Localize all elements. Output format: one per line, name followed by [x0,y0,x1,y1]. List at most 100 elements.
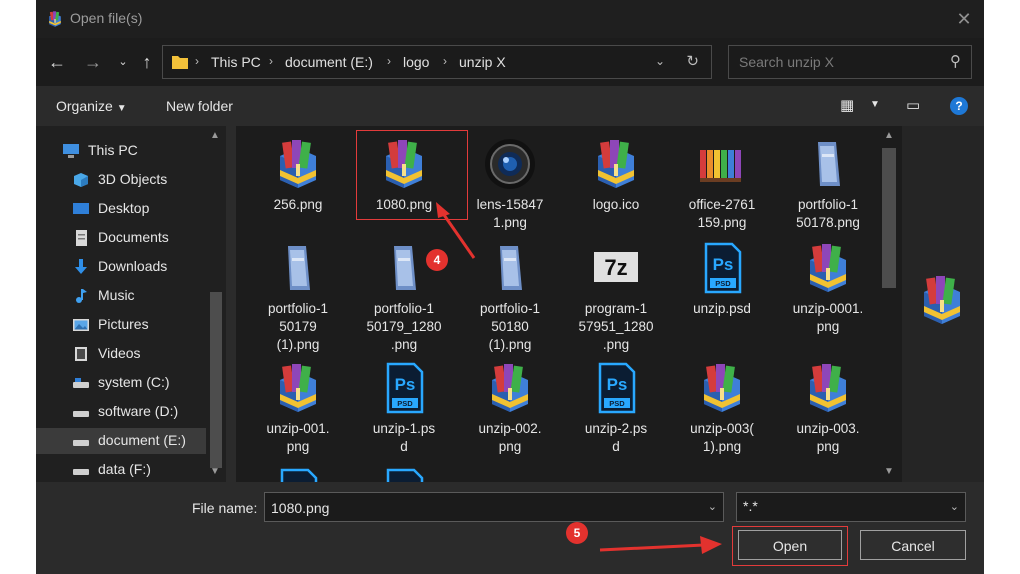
scroll-up-icon[interactable]: ▲ [210,130,220,141]
sidebar-item-pictures[interactable]: Pictures [36,312,208,338]
sidebar-item-downloads[interactable]: Downloads [36,254,208,280]
file-item[interactable]: 256.png [246,128,350,238]
chevron-down-icon[interactable]: ⌄ [708,500,717,513]
file-name: office-2761 159.png [688,197,756,230]
sidebar-item-this-pc[interactable]: This PC [36,138,208,164]
sidebar-item-document-e[interactable]: document (E:) [36,428,208,454]
sidebar-item-label: Music [98,287,135,303]
psd-icon [694,240,750,296]
scroll-up-icon[interactable]: ▲ [884,130,894,141]
open-file-dialog: Open file(s) ✕ ← → ⌄ ↑ › This PC › docum… [36,0,984,574]
portfolio-icon [376,240,432,296]
file-item[interactable]: unzip.psd [670,232,774,342]
view-options-icon[interactable]: ▦ [840,96,854,114]
file-item[interactable]: unzip-002. png [458,352,562,462]
open-button[interactable]: Open [738,530,842,560]
file-item[interactable]: portfolio-1 50179_1280 .png [352,232,456,352]
file-name: unzip-002. png [478,421,542,454]
file-name: unzip-0001. png [792,301,864,334]
help-icon[interactable]: ? [950,97,968,115]
file-item[interactable]: unzip-0001. png [776,232,876,342]
file-name: unzip-1.ps d [372,421,436,454]
file-name-input[interactable]: 1080.png ⌄ [264,492,724,522]
navigation-scrollbar[interactable]: ▲ ▼ [206,126,226,482]
breadcrumb-unzip-x[interactable]: unzip X [459,54,506,70]
search-icon[interactable]: ⚲ [950,52,961,70]
file-item[interactable]: 1080.png [352,128,468,238]
forward-icon[interactable]: → [82,51,104,73]
file-list-scrollbar[interactable]: ▲ ▼ [876,126,902,482]
file-item[interactable]: unzip-2.ps d [564,352,668,462]
preview-pane-icon[interactable]: ▭ [906,96,920,114]
chevron-down-icon[interactable]: ⌄ [950,500,959,513]
file-item[interactable]: unzip-003( 1).png [670,352,774,462]
cancel-button[interactable]: Cancel [860,530,966,560]
bottom-bar: File name: 1080.png ⌄ *.* ⌄ Open Cancel [36,482,984,574]
address-dropdown-icon[interactable]: ⌄ [655,54,665,68]
file-item[interactable]: logo.ico [564,128,668,238]
view-dropdown-icon[interactable]: ▼ [870,99,880,110]
drive-icon [73,440,89,446]
sidebar-item-label: Downloads [98,258,168,274]
new-folder-button[interactable]: New folder [166,98,233,114]
archive-icon [800,240,856,296]
search-box[interactable]: Search unzip X ⚲ [728,45,972,79]
recent-locations-chevron-icon[interactable]: ⌄ [112,51,134,73]
cube-icon [74,173,88,187]
sidebar-item-music[interactable]: Music [36,283,208,309]
scroll-down-icon[interactable]: ▼ [884,466,894,477]
file-item[interactable]: portfolio-1 50178.png [776,128,876,238]
file-name: portfolio-1 50178.png [796,197,860,230]
refresh-icon[interactable]: ↻ [686,52,699,70]
file-item[interactable]: unzip-001. png [246,352,350,462]
file-name-value: 1080.png [271,500,330,516]
breadcrumb-logo[interactable]: logo [403,54,429,70]
file-item[interactable]: program-1 57951_1280 .png [564,232,668,352]
scrollbar-thumb[interactable] [882,148,896,288]
organize-button[interactable]: Organize ▼ [56,98,127,114]
file-item[interactable]: office-2761 159.png [670,128,774,238]
file-name-label: File name: [192,500,258,516]
sidebar-item-data-f[interactable]: data (F:) [36,457,208,482]
archive-icon [482,360,538,416]
archive-icon [800,360,856,416]
file-name: 1080.png [375,197,433,212]
documents-icon [76,230,87,246]
file-name: unzip-2.ps d [584,421,648,454]
scrollbar-thumb[interactable] [210,292,222,468]
file-item[interactable]: unzip-003. png [776,352,876,462]
breadcrumb-chevron-icon: › [195,54,199,68]
address-bar[interactable]: › This PC › document (E:) › logo › unzip… [162,45,712,79]
back-icon[interactable]: ← [46,51,68,73]
breadcrumb-chevron-icon: › [269,54,273,68]
file-type-filter[interactable]: *.* ⌄ [736,492,966,522]
up-icon[interactable]: ↑ [136,51,158,73]
archive-icon [270,136,326,192]
file-name: logo.ico [592,197,640,212]
sidebar-item-label: document (E:) [98,432,186,448]
file-item[interactable]: lens-15847 1.png [458,128,562,238]
breadcrumb-this-pc[interactable]: This PC [211,54,261,70]
archive-icon [376,136,432,192]
file-item[interactable]: portfolio-1 50179 (1).png [246,232,350,352]
portfolio-icon [270,240,326,296]
file-list: 256.png 1080.png lens-15847 1.png logo.ico o… [236,126,876,482]
scroll-down-icon[interactable]: ▼ [210,466,220,477]
sidebar-item-videos[interactable]: Videos [36,341,208,367]
sidebar-item-documents[interactable]: Documents [36,225,208,251]
psd-icon [376,360,432,416]
sidebar-item-desktop[interactable]: Desktop [36,196,208,222]
file-name: portfolio-1 50180 (1).png [479,301,541,352]
breadcrumb-document-e[interactable]: document (E:) [285,54,373,70]
file-name: lens-15847 1.png [476,197,544,230]
sidebar-item-3d-objects[interactable]: 3D Objects [36,167,208,193]
file-item[interactable]: portfolio-1 50180 (1).png [458,232,562,352]
file-item[interactable]: unzip-1.ps d [352,352,456,462]
desktop-icon [73,203,89,214]
psd-icon [376,466,432,482]
close-icon[interactable]: ✕ [952,7,976,31]
sidebar-item-system-c[interactable]: system (C:) [36,370,208,396]
sidebar-item-software-d[interactable]: software (D:) [36,399,208,425]
drive-icon [73,378,89,388]
app-icon [46,10,64,28]
